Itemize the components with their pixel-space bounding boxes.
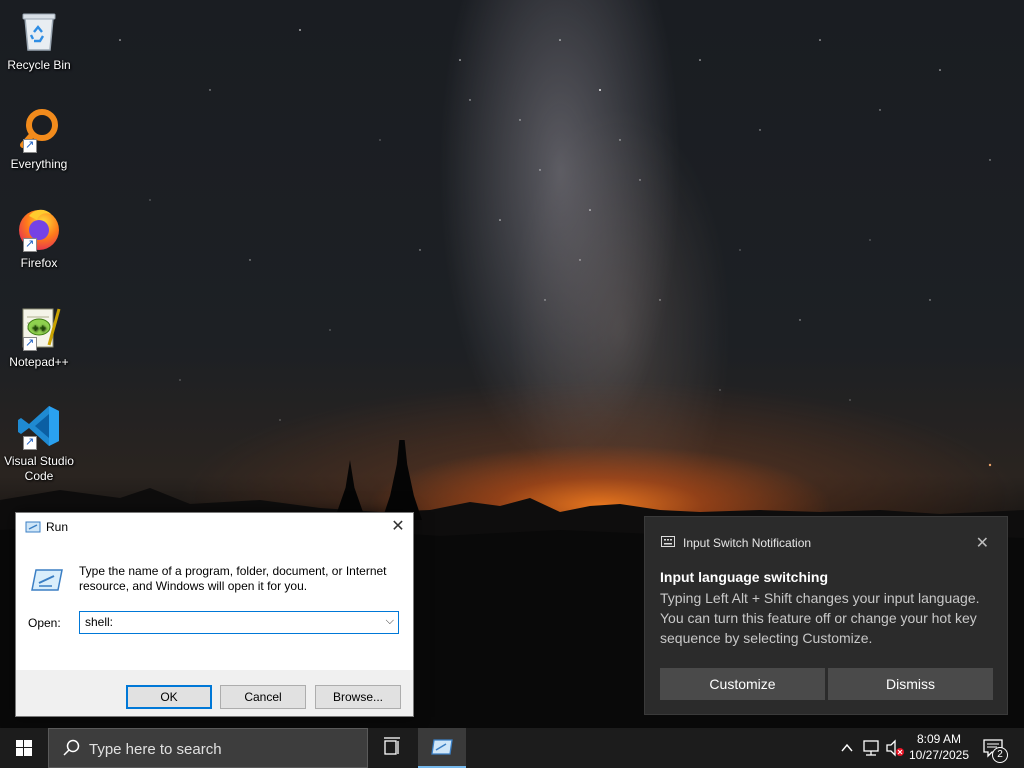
taskbar-search[interactable]: Type here to search: [48, 728, 368, 768]
run-titlebar[interactable]: Run ✕: [16, 513, 413, 542]
run-app-icon: [25, 520, 41, 539]
taskbar-clock[interactable]: 8:09 AM 10/27/2025: [905, 731, 973, 763]
desktop-icon-label: Notepad++: [9, 355, 69, 369]
show-hidden-icons-button[interactable]: [838, 728, 856, 768]
run-footer: OK Cancel Browse...: [16, 670, 413, 716]
firefox-icon: [15, 204, 63, 252]
action-center-button[interactable]: 2: [978, 728, 1014, 768]
close-button[interactable]: ✕: [383, 513, 413, 542]
dismiss-button[interactable]: Dismiss: [828, 668, 993, 700]
chevron-down-icon[interactable]: ⌵: [386, 615, 394, 628]
desktop-icon-label: Firefox: [20, 256, 58, 270]
shortcut-arrow-icon: [23, 237, 37, 252]
windows-logo-icon: [16, 740, 32, 756]
recycle-bin-icon: [15, 6, 63, 54]
keyboard-icon: [661, 536, 675, 550]
start-button[interactable]: [0, 728, 48, 768]
shortcut-arrow-icon: [23, 138, 37, 153]
desktop-icon-label: Everything: [10, 157, 68, 171]
notepad-plus-plus-icon: ++: [15, 303, 63, 351]
run-body: Type the name of a program, folder, docu…: [16, 542, 413, 670]
taskbar-app-run[interactable]: [418, 728, 466, 768]
task-view-icon: [384, 737, 400, 755]
vscode-icon: [15, 402, 63, 450]
open-input-value[interactable]: shell:: [85, 615, 113, 629]
toast-app-name: Input Switch Notification: [683, 536, 812, 550]
search-icon: [62, 739, 80, 762]
desktop-icon-label: Recycle Bin: [7, 58, 71, 72]
run-dialog: Run ✕ Type the name of a program, folder…: [15, 512, 414, 717]
close-icon[interactable]: ✕: [976, 533, 989, 553]
desktop-icon-recycle-bin[interactable]: Recycle Bin: [3, 6, 75, 73]
open-label: Open:: [28, 616, 61, 630]
shortcut-arrow-icon: [23, 336, 37, 351]
desktop-icon-notepad-plus-plus[interactable]: ++ Notepad++: [3, 303, 75, 370]
shortcut-arrow-icon: [23, 435, 37, 450]
customize-button[interactable]: Customize: [660, 668, 825, 700]
run-program-icon: [30, 566, 64, 599]
run-app-icon: [431, 739, 453, 755]
task-view-button[interactable]: [372, 728, 412, 768]
toast-title: Input language switching: [660, 569, 828, 585]
open-combobox[interactable]: shell: ⌵: [79, 611, 399, 634]
taskbar: Type here to search 8:09 AM 10/27/2025 2: [0, 728, 1024, 768]
notification-count-badge: 2: [992, 747, 1008, 763]
cancel-button[interactable]: Cancel: [220, 685, 306, 709]
everything-search-icon: [15, 105, 63, 153]
clock-time: 8:09 AM: [916, 732, 962, 746]
desktop-icon-label: Visual Studio Code: [4, 454, 74, 483]
browse-button[interactable]: Browse...: [315, 685, 401, 709]
desktop-icon-everything[interactable]: Everything: [3, 105, 75, 172]
chevron-up-icon: [841, 743, 853, 752]
toast-header: Input Switch Notification: [661, 536, 811, 550]
toast-body: Typing Left Alt + Shift changes your inp…: [660, 590, 980, 646]
notification-toast: Input Switch Notification ✕ Input langua…: [644, 516, 1008, 715]
volume-muted-icon: [886, 739, 904, 757]
run-dialog-title: Run: [46, 520, 69, 534]
run-description: Type the name of a program, folder, docu…: [79, 564, 387, 593]
volume-button[interactable]: [884, 728, 906, 768]
network-icon: [863, 740, 879, 756]
desktop-icon-firefox[interactable]: Firefox: [3, 204, 75, 271]
network-button[interactable]: [860, 728, 882, 768]
desktop-icon-vscode[interactable]: Visual Studio Code: [3, 402, 75, 484]
clock-date: 10/27/2025: [908, 748, 970, 762]
search-placeholder: Type here to search: [89, 741, 222, 758]
ok-button[interactable]: OK: [126, 685, 212, 709]
svg-text:++: ++: [31, 324, 46, 334]
